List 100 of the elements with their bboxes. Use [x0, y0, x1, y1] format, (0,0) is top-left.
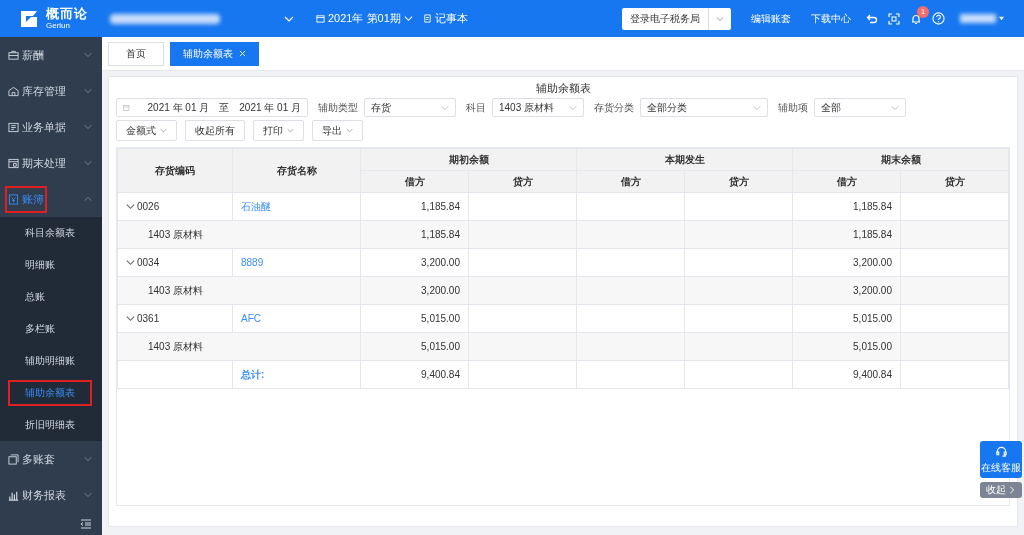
- toolbar-button[interactable]: 收起所有: [185, 120, 245, 141]
- help-icon[interactable]: [932, 12, 945, 25]
- chevron-down-icon: [346, 127, 353, 134]
- toolbar-button[interactable]: 打印: [253, 120, 304, 141]
- tree-node[interactable]: 0026: [126, 200, 160, 212]
- table-cell: 1,185.84: [360, 220, 469, 249]
- table-cell: 9,400.84: [360, 360, 469, 389]
- notepad-icon: [422, 14, 432, 23]
- chevron-down-icon: [84, 51, 92, 59]
- ledger-icon: [8, 193, 19, 205]
- page-tab[interactable]: 首页: [108, 41, 164, 66]
- submenu-item[interactable]: 科目余额表: [8, 220, 92, 246]
- collapse-menu-icon[interactable]: [80, 519, 92, 529]
- submenu-item[interactable]: 辅助余额表: [8, 380, 92, 406]
- tree-node[interactable]: 0361: [126, 312, 160, 324]
- sidebar-item[interactable]: 账簿: [0, 181, 102, 217]
- chevron-down-icon: [569, 103, 577, 112]
- table-cell: 3,200.00: [360, 248, 469, 277]
- table-cell: 1,185.84: [792, 192, 901, 221]
- item-link[interactable]: 石油醚: [241, 200, 271, 212]
- submenu-item[interactable]: 辅助明细账: [8, 348, 92, 374]
- sidebar-label: 账簿: [22, 191, 44, 207]
- submenu-item[interactable]: 明细账: [8, 252, 72, 278]
- chevron-down-icon: [287, 127, 294, 134]
- chevron-down-icon: [84, 491, 92, 499]
- filter-select[interactable]: 1403 原材料: [492, 98, 584, 117]
- user-menu[interactable]: [960, 14, 1004, 23]
- online-service-button[interactable]: 在线客服: [980, 441, 1022, 478]
- notebook-link[interactable]: 记事本: [422, 11, 468, 26]
- bar-chart-icon: [8, 489, 19, 501]
- toolbar-button[interactable]: 金额式: [116, 120, 177, 141]
- bell-icon[interactable]: [910, 12, 922, 25]
- submenu-item[interactable]: 多栏账: [8, 316, 72, 342]
- chevron-down-icon: [84, 123, 92, 131]
- column-header: 存货编码: [117, 148, 233, 193]
- page-tab[interactable]: 辅助余额表: [170, 41, 259, 66]
- chevron-down-icon: [441, 103, 449, 112]
- period-selector[interactable]: 2021年 第01期: [316, 11, 413, 26]
- column-group-header: 期末余额: [792, 148, 1009, 171]
- sidebar-label: 业务单据: [22, 119, 66, 135]
- collapse-button[interactable]: 收起: [980, 482, 1022, 498]
- chevron-down-icon: [753, 103, 761, 112]
- filter-label: 辅助项: [778, 100, 808, 115]
- stack-icon: [8, 453, 19, 465]
- table-cell: 5,015.00: [360, 332, 469, 361]
- column-group-header: 期初余额: [360, 148, 577, 171]
- filter-select[interactable]: 存货: [364, 98, 456, 117]
- table-cell: 1403 原材料: [117, 276, 361, 305]
- total-label: 总计:: [241, 368, 265, 380]
- header-link[interactable]: 编辑账套: [751, 11, 791, 26]
- sidebar-item[interactable]: 期末处理: [0, 145, 102, 181]
- sidebar-item[interactable]: 多账套: [0, 441, 102, 477]
- filter-select[interactable]: 全部分类: [640, 98, 768, 117]
- headset-icon: [994, 445, 1008, 458]
- sidebar-item[interactable]: 薪酬: [0, 37, 102, 73]
- table-cell: 5,015.00: [360, 304, 469, 333]
- sidebar-item[interactable]: 财务报表: [0, 477, 102, 513]
- date-range-field[interactable]: 2021 年 01 月 至 2021 年 01 月: [116, 98, 308, 117]
- tree-node[interactable]: 0034: [126, 256, 160, 268]
- document-icon: [8, 121, 19, 133]
- chevron-down-icon: [84, 455, 92, 463]
- undo-icon[interactable]: [866, 12, 878, 25]
- column-header: 存货名称: [232, 148, 361, 193]
- calendar-icon: [123, 103, 130, 112]
- filter-label: 辅助类型: [318, 100, 358, 115]
- sidebar-label: 财务报表: [22, 487, 66, 503]
- chevron-down-icon: [160, 127, 167, 134]
- close-icon[interactable]: [239, 50, 246, 57]
- chevron-down-icon: [126, 201, 135, 211]
- chevron-down-icon: [126, 313, 135, 323]
- sidebar-label: 期末处理: [22, 155, 66, 171]
- fullscreen-icon[interactable]: [888, 12, 900, 25]
- calendar-icon: [8, 157, 19, 169]
- briefcase-icon: [8, 49, 19, 61]
- date-from: 2021 年 01 月: [147, 100, 210, 115]
- sidebar-label: 库存管理: [22, 83, 66, 99]
- house-icon: [8, 85, 19, 97]
- chevron-down-icon: [84, 159, 92, 167]
- sidebar-item[interactable]: 业务单据: [0, 109, 102, 145]
- chevron-down-icon: [891, 103, 899, 112]
- logo-subtitle: Gerlun: [46, 22, 71, 30]
- date-to: 2021 年 01 月: [239, 100, 301, 115]
- calendar-icon: [316, 14, 325, 23]
- filter-select[interactable]: 全部: [814, 98, 906, 117]
- submenu-item[interactable]: 总账: [8, 284, 62, 310]
- sidebar-label: 薪酬: [22, 47, 44, 63]
- column-group-header: 本期发生: [576, 148, 793, 171]
- chevron-down-icon: [716, 14, 724, 23]
- sidebar-item[interactable]: 库存管理: [0, 73, 102, 109]
- table-cell: 3,200.00: [360, 276, 469, 305]
- table-cell: 3,200.00: [792, 248, 901, 277]
- notification-badge: 1: [917, 5, 929, 18]
- filter-label: 科目: [466, 100, 486, 115]
- header-link[interactable]: 下载中心: [811, 11, 851, 26]
- chevron-down-icon: [126, 257, 135, 267]
- toolbar-button[interactable]: 导出: [312, 120, 363, 141]
- submenu-item[interactable]: 折旧明细表: [8, 412, 92, 438]
- chevron-down-icon: [84, 87, 92, 95]
- logo-icon: [18, 8, 40, 29]
- sidebar-label: 多账套: [22, 451, 55, 467]
